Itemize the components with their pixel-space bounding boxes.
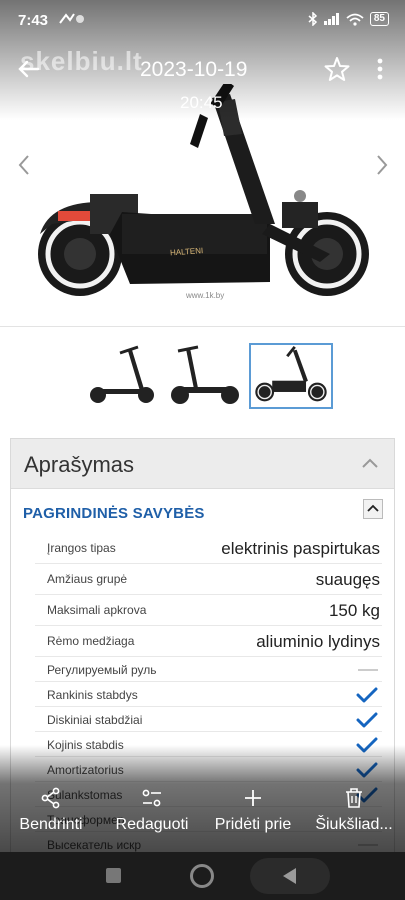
notification-icons [58, 12, 86, 29]
photo-viewer[interactable]: HALTENI www.1k.by 7:43 85 skelbiu.lt 202… [0, 0, 405, 326]
plus-icon [245, 790, 261, 806]
bluetooth-icon [308, 12, 317, 26]
edit-button[interactable]: Redaguoti [106, 787, 198, 834]
back-button[interactable] [250, 858, 330, 894]
thumbnail-3-selected[interactable] [249, 343, 333, 409]
row-label: Amžiaus grupė [47, 572, 128, 586]
favorite-star-icon[interactable] [324, 56, 350, 82]
scooter-thumbnail [171, 345, 239, 404]
share-icon [41, 787, 60, 809]
photo-credit: www.1k.by [186, 291, 225, 300]
row-value: aliuminio lydinys [256, 632, 380, 651]
row-label: Rėmo medžiaga [47, 634, 135, 648]
main-features-section: PAGRINDINĖS SAVYBĖS [11, 489, 394, 533]
status-time: 7:43 [18, 12, 49, 29]
chevron-up-icon[interactable] [360, 455, 380, 471]
previous-photo-icon[interactable] [14, 152, 34, 178]
more-options-icon[interactable] [370, 56, 390, 82]
back-arrow-icon[interactable] [14, 54, 44, 84]
section-collapse-button[interactable] [363, 499, 383, 519]
not-available-dash [358, 669, 378, 671]
photo-date: 2023-10-19 [140, 58, 248, 81]
table-row: Maksimali apkrova 150 kg [35, 595, 382, 626]
photo-top-bar: skelbiu.lt 2023-10-19 20:45 [0, 44, 405, 112]
thumbnail-2[interactable] [164, 343, 248, 409]
edit-label: Redaguoti [115, 816, 189, 833]
row-value: elektrinis paspirtukas [221, 539, 380, 558]
description-header[interactable]: Aprašymas [11, 439, 394, 489]
share-label: Bendrinti [19, 816, 83, 833]
recents-button[interactable] [106, 868, 121, 883]
notification-icon [59, 13, 84, 24]
description-title: Aprašymas [24, 452, 135, 477]
status-bar: 7:43 85 [0, 0, 405, 40]
feature-label: Rankinis stabdys [47, 688, 138, 702]
checkmark-icon [356, 712, 378, 728]
section-title: PAGRINDINĖS SAVYBĖS [23, 505, 205, 522]
battery-indicator: 85 [369, 12, 389, 26]
row-value: suaugęs [315, 570, 380, 589]
chevron-up-icon [367, 504, 379, 512]
feature-row: Rankinis stabdys [35, 682, 382, 707]
back-triangle-icon [283, 868, 296, 884]
feature-label: Регулируемый руль [47, 663, 157, 677]
feature-label: Diskiniai stabdžiai [47, 713, 143, 727]
adjust-icon [142, 789, 161, 807]
signal-icon [323, 13, 339, 25]
row-value: 150 kg [328, 601, 380, 620]
table-row: Rėmo medžiaga aliuminio lydinys [35, 626, 382, 657]
system-navigation-bar [0, 852, 405, 900]
add-to-button[interactable]: Pridėti prie [204, 787, 302, 834]
thumbnail-strip [0, 326, 405, 426]
table-row: Įrangos tipas elektrinis paspirtukas [35, 533, 382, 564]
row-label: Įrangos tipas [47, 541, 116, 555]
feature-row: Diskiniai stabdžiai [35, 707, 382, 732]
share-button[interactable]: Bendrinti [10, 787, 92, 834]
wifi-icon [346, 13, 364, 26]
scooter-thumbnail [255, 345, 327, 402]
feature-row: Регулируемый руль [35, 657, 382, 682]
row-label: Maksimali apkrova [47, 603, 147, 617]
table-row: Amžiaus grupė suaugęs [35, 564, 382, 595]
home-button[interactable] [190, 864, 214, 888]
delete-label: Šiukšliad... [315, 816, 393, 833]
trash-icon [346, 788, 362, 808]
photo-action-bar: Bendrinti Redaguoti Pridėti prie Šiukšli… [0, 745, 405, 855]
scooter-thumbnail [90, 345, 154, 403]
delete-button[interactable]: Šiukšliad... [308, 787, 400, 834]
add-label: Pridėti prie [214, 816, 292, 833]
next-photo-icon[interactable] [372, 152, 392, 178]
status-right: 85 [308, 12, 389, 26]
checkmark-icon [356, 687, 378, 703]
thumbnail-1[interactable] [80, 343, 164, 409]
photo-time: 20:45 [180, 93, 223, 112]
